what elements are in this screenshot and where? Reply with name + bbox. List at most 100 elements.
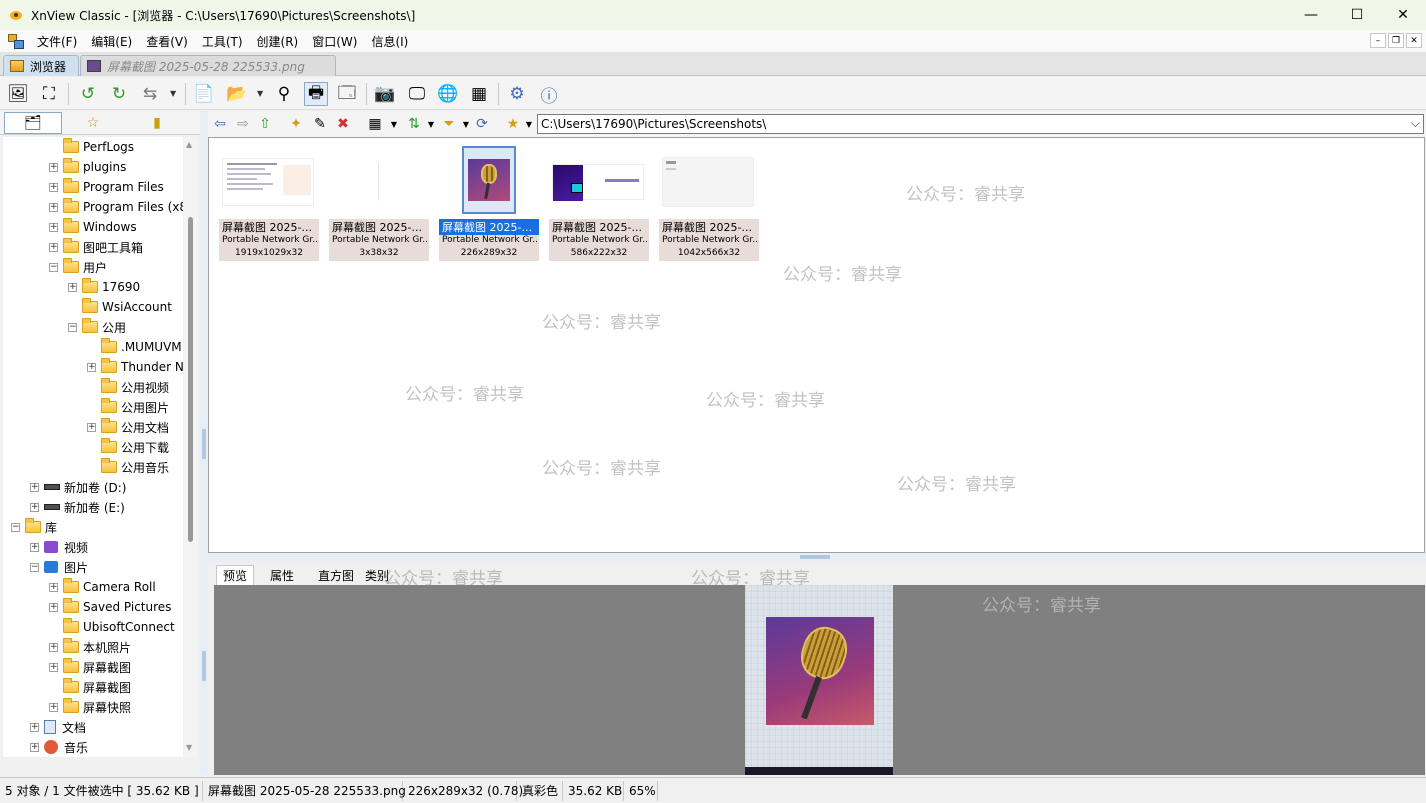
mdi-restore-button[interactable]: ❐ bbox=[1388, 33, 1404, 48]
fullscreen-icon[interactable]: ⛶ bbox=[37, 82, 61, 106]
tab-preview[interactable]: 预览 bbox=[216, 565, 255, 585]
move-to-icon[interactable]: 📂 bbox=[225, 82, 249, 106]
menu-edit[interactable]: 编辑(E) bbox=[84, 33, 139, 50]
tree-node[interactable]: 公用图片 bbox=[101, 397, 169, 417]
file-info-icon[interactable]: 📄 bbox=[192, 82, 216, 106]
expand-icon[interactable]: + bbox=[30, 723, 39, 732]
thumbnail-image[interactable] bbox=[551, 146, 645, 218]
expand-icon[interactable]: + bbox=[68, 283, 77, 292]
tree-node[interactable]: 本机照片 bbox=[63, 637, 131, 657]
tree-node[interactable]: 公用视频 bbox=[101, 377, 169, 397]
path-input[interactable]: C:\Users\17690\Pictures\Screenshots\ ⌵ bbox=[537, 114, 1424, 134]
tree-node[interactable]: 新加卷 (E:) bbox=[44, 497, 125, 517]
convert-dropdown-icon[interactable]: ▼ bbox=[170, 89, 176, 98]
tree-node[interactable]: 公用下载 bbox=[101, 437, 169, 457]
menu-view[interactable]: 查看(V) bbox=[139, 33, 195, 50]
expand-icon[interactable]: + bbox=[30, 543, 39, 552]
menu-info[interactable]: 信息(I) bbox=[364, 33, 415, 50]
expand-icon[interactable]: + bbox=[49, 163, 58, 172]
mdi-minimize-button[interactable]: – bbox=[1370, 33, 1386, 48]
tab-properties[interactable]: 属性 bbox=[264, 565, 300, 585]
settings-gear-icon[interactable]: ⚙ bbox=[505, 82, 529, 106]
thumbnail-image[interactable] bbox=[331, 146, 425, 218]
mdi-close-button[interactable]: ✕ bbox=[1406, 33, 1422, 48]
back-arrow-icon[interactable]: ⇦ bbox=[211, 115, 229, 133]
expand-icon[interactable]: + bbox=[30, 503, 39, 512]
about-info-icon[interactable]: ⓘ bbox=[537, 82, 561, 107]
expand-icon[interactable]: + bbox=[49, 243, 58, 252]
tree-node[interactable]: 文档 bbox=[44, 717, 86, 737]
expand-icon[interactable]: + bbox=[49, 603, 58, 612]
collapse-icon[interactable]: − bbox=[30, 563, 39, 572]
sort-dropdown-icon[interactable]: ▼ bbox=[422, 115, 440, 133]
thumbnail-item-selected[interactable]: 屏幕截图 2025-... Portable Network Gr... 226… bbox=[437, 146, 539, 261]
tree-node[interactable]: Program Files bbox=[63, 177, 164, 197]
thumbnail-image[interactable] bbox=[661, 146, 755, 218]
scroll-down-icon[interactable]: ▼ bbox=[186, 743, 192, 752]
thumbnail-image[interactable] bbox=[462, 146, 516, 214]
minimize-button[interactable]: — bbox=[1288, 0, 1334, 30]
expand-icon[interactable]: + bbox=[49, 183, 58, 192]
thumbnail-image[interactable] bbox=[221, 146, 315, 218]
screen-capture-icon[interactable]: 📷 bbox=[373, 82, 397, 106]
rename-icon[interactable]: ✎ bbox=[311, 115, 329, 133]
tree-node[interactable]: Thunder N bbox=[101, 357, 183, 377]
thumbnail-item[interactable]: 屏幕截图 2025-... Portable Network Gr... 586… bbox=[547, 146, 649, 261]
expand-icon[interactable]: + bbox=[49, 643, 58, 652]
filter-icon[interactable]: ⏷ bbox=[440, 115, 458, 133]
tree-node[interactable]: 库 bbox=[25, 517, 57, 537]
thumbnail-grid[interactable]: 屏幕截图 2025-... Portable Network Gr... 191… bbox=[208, 137, 1425, 553]
rotate-left-icon[interactable]: ↺ bbox=[76, 82, 100, 106]
tab-browser[interactable]: 浏览器 bbox=[3, 55, 79, 76]
sort-icon[interactable]: ⇅ bbox=[405, 115, 423, 133]
tab-image[interactable]: 屏幕截图 2025-05-28 225533.png bbox=[80, 55, 336, 76]
menu-file[interactable]: 文件(F) bbox=[30, 33, 84, 50]
move-dropdown-icon[interactable]: ▼ bbox=[257, 89, 263, 98]
collapse-icon[interactable]: − bbox=[11, 523, 20, 532]
tree-scrollbar[interactable]: ▲ ▼ bbox=[184, 137, 198, 757]
splitter-grip[interactable] bbox=[800, 555, 830, 559]
tree-node[interactable]: Camera Roll bbox=[63, 577, 156, 597]
web-page-icon[interactable]: 🌐 bbox=[436, 82, 460, 106]
tab-histogram[interactable]: 直方图 bbox=[312, 565, 360, 585]
export-icon[interactable]: 🗔 bbox=[335, 82, 359, 106]
print-icon[interactable]: 🖶 bbox=[304, 82, 328, 106]
thumbnail-item[interactable]: 屏幕截图 2025-... Portable Network Gr... 104… bbox=[657, 146, 759, 261]
tree-node[interactable]: 视频 bbox=[44, 537, 88, 557]
categories-tab-icon[interactable]: ▮ bbox=[128, 112, 186, 134]
collapse-icon[interactable]: − bbox=[68, 323, 77, 332]
expand-icon[interactable]: + bbox=[49, 223, 58, 232]
tree-node[interactable]: .MUMUVM bbox=[101, 337, 182, 357]
new-folder-icon[interactable]: ✦ bbox=[287, 115, 305, 133]
expand-icon[interactable]: + bbox=[49, 703, 58, 712]
tab-categories[interactable]: 类别 bbox=[359, 565, 395, 585]
tree-node[interactable]: 图片 bbox=[44, 557, 88, 577]
tree-node[interactable]: 屏幕快照 bbox=[63, 697, 131, 717]
menu-create[interactable]: 创建(R) bbox=[250, 33, 306, 50]
expand-icon[interactable]: + bbox=[30, 483, 39, 492]
rotate-right-icon[interactable]: ↻ bbox=[107, 82, 131, 106]
tree-node[interactable]: UbisoftConnect bbox=[63, 617, 175, 637]
tree-node[interactable]: Program Files (x8 bbox=[63, 197, 183, 217]
open-image-icon[interactable]: 🖼 bbox=[6, 82, 30, 106]
tree-node[interactable]: Windows bbox=[63, 217, 137, 237]
splitter-grip[interactable] bbox=[202, 429, 206, 459]
tree-node[interactable]: 新加卷 (D:) bbox=[44, 477, 126, 497]
expand-icon[interactable]: + bbox=[30, 743, 39, 752]
path-dropdown-icon[interactable]: ⌵ bbox=[1411, 116, 1420, 131]
forward-arrow-icon[interactable]: ⇨ bbox=[234, 115, 252, 133]
tree-node[interactable]: 公用 bbox=[82, 317, 126, 337]
menu-tools[interactable]: 工具(T) bbox=[195, 33, 250, 50]
scroll-up-icon[interactable]: ▲ bbox=[186, 140, 192, 149]
close-button[interactable]: ✕ bbox=[1380, 0, 1426, 30]
folders-tab-icon[interactable]: 🗂 bbox=[4, 112, 62, 134]
refresh-icon[interactable]: ⟳ bbox=[473, 115, 491, 133]
splitter-grip-lower[interactable] bbox=[202, 651, 206, 681]
delete-icon[interactable]: ✖ bbox=[334, 115, 352, 133]
favorites-tab-icon[interactable]: ☆ bbox=[64, 112, 122, 134]
tree-node[interactable]: 屏幕截图 bbox=[63, 677, 131, 697]
mdi-window-icon[interactable] bbox=[8, 34, 24, 49]
expand-icon[interactable]: + bbox=[87, 363, 96, 372]
horizontal-splitter[interactable] bbox=[208, 553, 1426, 561]
thumbnail-item[interactable]: 屏幕截图 2025-... Portable Network Gr... 191… bbox=[217, 146, 319, 261]
